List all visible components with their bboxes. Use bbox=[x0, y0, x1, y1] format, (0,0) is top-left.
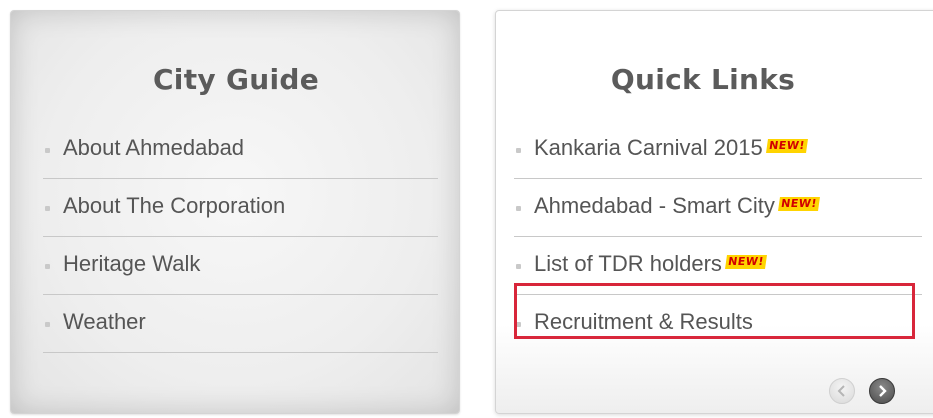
new-badge: NEW! bbox=[777, 197, 820, 211]
bullet-icon bbox=[516, 322, 521, 327]
quick-links-panel: Quick Links Kankaria Carnival 2015 NEW! A… bbox=[495, 10, 933, 414]
bullet-icon bbox=[45, 206, 50, 211]
chevron-left-icon bbox=[837, 385, 845, 397]
quick-link-item-text[interactable]: List of TDR holders bbox=[534, 251, 722, 276]
city-guide-item-label[interactable]: About Ahmedabad bbox=[63, 135, 244, 161]
page: City Guide About Ahmedabad About The Cor… bbox=[0, 0, 933, 418]
quick-link-item-label[interactable]: List of TDR holders NEW! bbox=[534, 251, 767, 277]
city-guide-item-about-ahmedabad[interactable]: About Ahmedabad bbox=[43, 121, 438, 179]
city-guide-item-about-corporation[interactable]: About The Corporation bbox=[43, 179, 438, 237]
city-guide-panel: City Guide About Ahmedabad About The Cor… bbox=[10, 10, 460, 414]
bullet-icon bbox=[45, 322, 50, 327]
city-guide-item-label[interactable]: About The Corporation bbox=[63, 193, 285, 219]
quick-link-item-recruitment-results[interactable]: Recruitment & Results bbox=[514, 295, 922, 353]
new-badge: NEW! bbox=[765, 139, 808, 153]
city-guide-item-heritage-walk[interactable]: Heritage Walk bbox=[43, 237, 438, 295]
quick-link-item-label[interactable]: Recruitment & Results bbox=[534, 309, 753, 335]
bullet-icon bbox=[516, 148, 521, 153]
chevron-right-icon bbox=[879, 385, 887, 397]
bullet-icon bbox=[516, 206, 521, 211]
city-guide-item-label[interactable]: Heritage Walk bbox=[63, 251, 200, 277]
bullet-icon bbox=[45, 148, 50, 153]
carousel-next-button[interactable] bbox=[869, 378, 895, 404]
carousel-prev-button[interactable] bbox=[829, 378, 855, 404]
quick-link-item-label[interactable]: Ahmedabad - Smart City NEW! bbox=[534, 193, 820, 219]
bullet-icon bbox=[516, 264, 521, 269]
city-guide-title: City Guide bbox=[152, 63, 320, 96]
quick-link-item-text[interactable]: Kankaria Carnival 2015 bbox=[534, 135, 763, 160]
new-badge: NEW! bbox=[724, 255, 767, 269]
quick-links-title: Quick Links bbox=[610, 63, 796, 96]
city-guide-list: About Ahmedabad About The Corporation He… bbox=[43, 121, 438, 353]
quick-link-item-smart-city[interactable]: Ahmedabad - Smart City NEW! bbox=[514, 179, 922, 237]
city-guide-item-weather[interactable]: Weather bbox=[43, 295, 438, 353]
quick-links-list: Kankaria Carnival 2015 NEW! Ahmedabad - S… bbox=[514, 121, 922, 353]
quick-link-item-text[interactable]: Ahmedabad - Smart City bbox=[534, 193, 775, 218]
quick-link-item-kankaria-carnival[interactable]: Kankaria Carnival 2015 NEW! bbox=[514, 121, 922, 179]
bullet-icon bbox=[45, 264, 50, 269]
quick-link-item-tdr-holders[interactable]: List of TDR holders NEW! bbox=[514, 237, 922, 295]
quick-link-item-label[interactable]: Kankaria Carnival 2015 NEW! bbox=[534, 135, 808, 161]
city-guide-item-label[interactable]: Weather bbox=[63, 309, 146, 335]
